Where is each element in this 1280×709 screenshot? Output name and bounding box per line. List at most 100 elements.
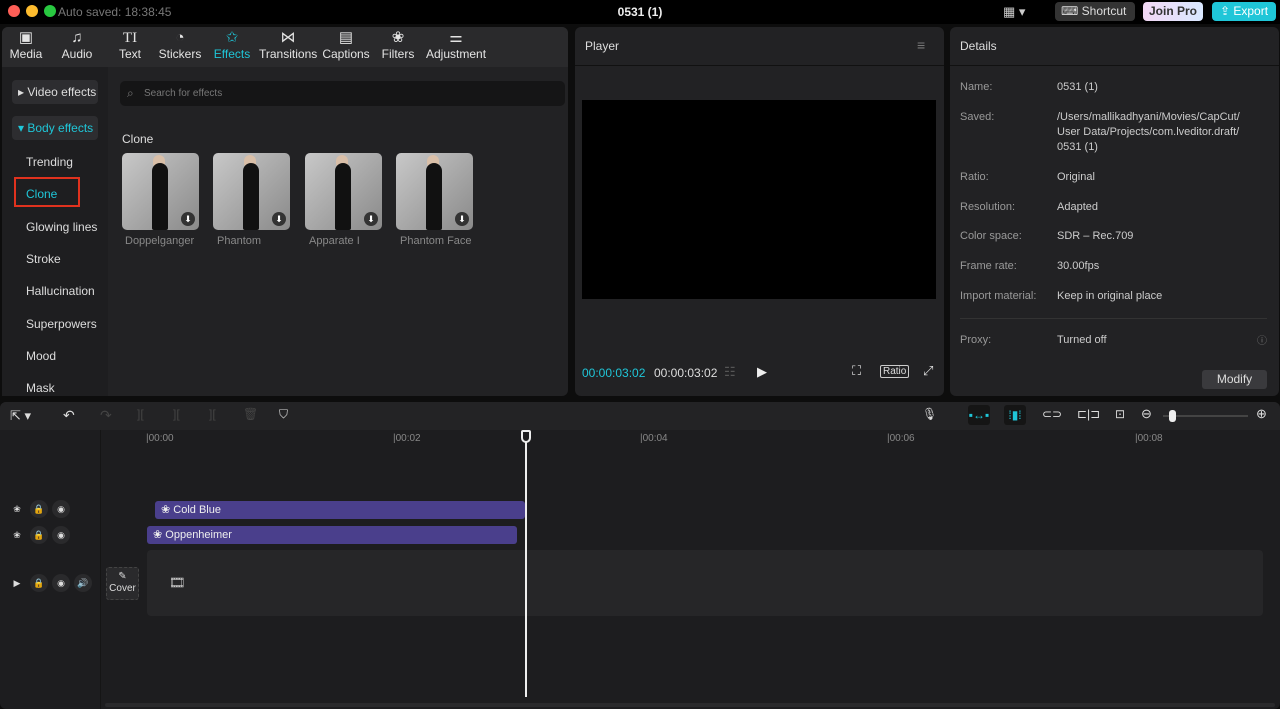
effect-label: Phantom: [217, 235, 262, 247]
lock-icon[interactable]: 🔒: [30, 500, 48, 518]
playhead-handle[interactable]: [521, 430, 531, 443]
sidebar-item-mood[interactable]: Mood: [26, 349, 56, 363]
detail-label: Resolution:: [960, 201, 1016, 213]
tab-text[interactable]: TI Text: [110, 27, 150, 67]
fit-icon[interactable]: ⛶: [852, 363, 861, 379]
detail-label: Color space:: [960, 230, 1022, 242]
timeline-toolbar: ⇱ ▾ ↶ ↷ ][ ][ ][ 🗑 ⛉ 🎙 ▪↔▪ ⁞▮⁞ ⊂⊃ ⊏|⊐ ⊡ …: [0, 402, 1280, 430]
menu-icon[interactable]: ≡: [917, 37, 925, 53]
video-preview[interactable]: [582, 100, 936, 299]
export-icon: ⇪: [1219, 4, 1234, 18]
media-icon: ▣: [18, 29, 34, 46]
download-icon[interactable]: ⬇: [455, 212, 469, 226]
zoom-in-icon[interactable]: ⊕: [1256, 406, 1267, 422]
eye-icon[interactable]: ◉: [52, 500, 70, 518]
delete-icon[interactable]: 🗑: [243, 407, 258, 421]
lock-icon[interactable]: 🔒: [30, 526, 48, 544]
tab-stickers[interactable]: ◔ Stickers: [157, 27, 203, 67]
audio-icon[interactable]: 🔊: [74, 574, 92, 592]
project-title: 0531 (1): [617, 5, 663, 19]
filter-icon: ❀: [161, 504, 174, 516]
grid-icon[interactable]: ☷: [724, 364, 736, 380]
sidebar-item-clone[interactable]: Clone: [26, 187, 57, 201]
body-effects-category[interactable]: ▾ Body effects: [12, 116, 98, 140]
playhead[interactable]: [525, 430, 527, 697]
details-title: Details: [960, 39, 997, 53]
time-tick: |00:00: [146, 433, 174, 444]
effect-label: Phantom Face: [400, 235, 472, 247]
sidebar-item-superpowers[interactable]: Superpowers: [26, 317, 97, 331]
preview-axis-icon[interactable]: ⊏|⊐: [1077, 407, 1100, 421]
sidebar-item-stroke[interactable]: Stroke: [26, 252, 61, 266]
horizontal-scrollbar[interactable]: [105, 703, 1275, 707]
filter-track-icon: ❀: [13, 504, 21, 514]
marker-icon[interactable]: ⛉: [279, 407, 288, 422]
tab-adjustment[interactable]: ⚌ Adjustment: [426, 27, 486, 67]
video-effects-category[interactable]: ▸ Video effects: [12, 80, 98, 104]
split-left-icon[interactable]: ][: [173, 407, 180, 421]
filter-clip-cold-blue[interactable]: ❀ Cold Blue: [155, 501, 525, 519]
edit-icon: ✎: [118, 571, 127, 582]
close-window-button[interactable]: [8, 5, 20, 17]
tab-audio[interactable]: ♫ Audio: [57, 27, 97, 67]
fullscreen-icon[interactable]: ⤢: [923, 363, 933, 379]
video-track-icon: ▶: [13, 578, 21, 588]
text-icon: TI: [122, 30, 138, 46]
split-right-icon[interactable]: ][: [209, 407, 216, 421]
detail-value: 30.00fps: [1057, 260, 1100, 272]
current-time: 00:00:03:02: [582, 366, 646, 380]
eye-icon[interactable]: ◉: [52, 526, 70, 544]
microphone-icon[interactable]: 🎙: [922, 407, 937, 421]
zoom-slider[interactable]: [1163, 410, 1248, 422]
download-icon[interactable]: ⬇: [272, 212, 286, 226]
eye-icon[interactable]: ◉: [52, 574, 70, 592]
effect-thumbnail: ⬇: [396, 153, 473, 230]
select-tool-icon[interactable]: ⇱ ▾: [10, 408, 31, 424]
filter-icon: ❀: [153, 529, 166, 541]
sidebar-item-glowing-lines[interactable]: Glowing lines: [26, 220, 97, 234]
download-icon[interactable]: ⬇: [181, 212, 195, 226]
download-icon[interactable]: ⬇: [364, 212, 378, 226]
filter-clip-oppenheimer[interactable]: ❀ Oppenheimer: [147, 526, 517, 544]
zoom-slider-handle[interactable]: [1169, 410, 1176, 422]
tab-media[interactable]: ▣ Media: [6, 27, 46, 67]
zoom-fit-icon[interactable]: ⊡: [1115, 407, 1125, 421]
layout-icon[interactable]: ▦ ▾: [1003, 4, 1025, 20]
detail-label: Ratio:: [960, 171, 989, 183]
tab-captions[interactable]: ▤ Captions: [322, 27, 370, 67]
sidebar-item-trending[interactable]: Trending: [26, 155, 73, 169]
main-track-magnet-icon[interactable]: ▪↔▪: [968, 405, 990, 425]
detail-value: 0531 (1): [1057, 81, 1098, 93]
tab-effects[interactable]: ✩ Effects: [210, 27, 254, 67]
tab-transitions[interactable]: ⋈ Transitions: [259, 27, 317, 67]
effect-thumbnail: ⬇: [122, 153, 199, 230]
main-track[interactable]: 🎞: [147, 550, 1263, 616]
minimize-window-button[interactable]: [26, 5, 38, 17]
export-button[interactable]: ⇪ Export: [1212, 2, 1276, 21]
lock-icon[interactable]: 🔒: [30, 574, 48, 592]
maximize-window-button[interactable]: [44, 5, 56, 17]
join-pro-button[interactable]: Join Pro: [1143, 2, 1203, 21]
split-icon[interactable]: ][: [137, 407, 144, 421]
shortcut-button[interactable]: ⌨ Shortcut: [1055, 2, 1135, 21]
modify-button[interactable]: Modify: [1202, 370, 1267, 389]
undo-icon[interactable]: ↶: [63, 407, 75, 424]
info-icon[interactable]: ⓘ: [1257, 332, 1267, 347]
sidebar-item-hallucination[interactable]: Hallucination: [26, 284, 95, 298]
redo-icon[interactable]: ↷: [100, 407, 112, 424]
adjustment-icon: ⚌: [449, 29, 463, 46]
play-button[interactable]: ▶: [757, 364, 767, 380]
auto-snap-icon[interactable]: ⁞▮⁞: [1004, 405, 1026, 425]
sidebar-item-mask[interactable]: Mask: [26, 381, 55, 395]
tab-filters[interactable]: ❀ Filters: [378, 27, 418, 67]
detail-label: Name:: [960, 81, 993, 93]
search-input[interactable]: ⌕ Search for effects: [120, 81, 565, 106]
link-icon[interactable]: ⊂⊃: [1042, 407, 1062, 421]
section-title: Clone: [122, 132, 154, 146]
ratio-button[interactable]: Ratio: [880, 365, 910, 378]
zoom-out-icon[interactable]: ⊖: [1141, 406, 1152, 422]
cover-button[interactable]: ✎ Cover: [106, 567, 139, 600]
detail-label: Import material:: [960, 290, 1037, 302]
details-panel: Details Name: 0531 (1) Saved: /Users/malli…: [950, 27, 1279, 396]
proxy-value: Turned off: [1057, 334, 1107, 346]
